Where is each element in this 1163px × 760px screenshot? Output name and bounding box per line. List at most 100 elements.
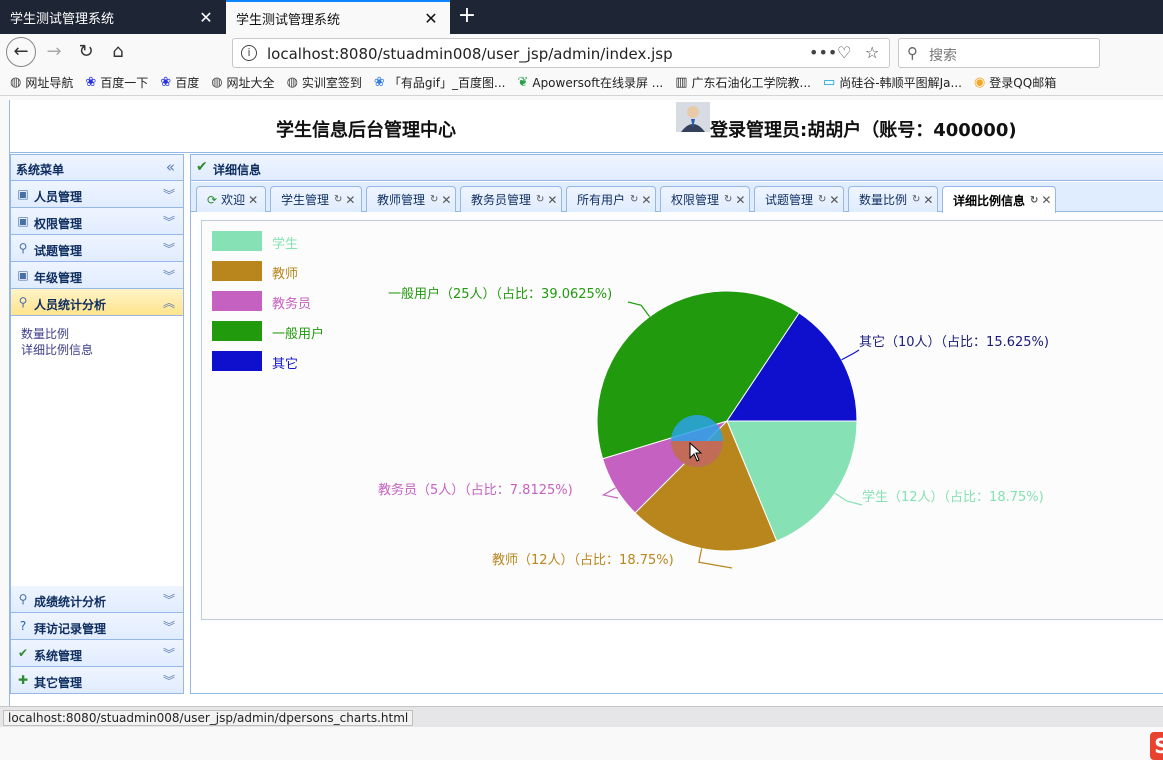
close-icon[interactable]: ✕ <box>547 193 557 207</box>
close-icon[interactable]: ✕ <box>345 193 355 207</box>
search-input[interactable]: ⚲ 搜索 <box>898 38 1100 68</box>
bookmark-item[interactable]: ❀ 「有品gif」_百度图... <box>374 74 506 91</box>
reload-icon[interactable]: ↻ <box>334 194 342 205</box>
pocket-icon[interactable]: ♡ <box>837 43 851 62</box>
close-tab-icon[interactable]: ✕ <box>197 8 215 27</box>
url-text[interactable]: localhost:8080/stuadmin008/user_jsp/admi… <box>267 45 673 63</box>
status-bar: localhost:8080/stuadmin008/user_jsp/admi… <box>0 706 1163 727</box>
sub-item-detail-ratio[interactable]: 详细比例信息 <box>21 342 173 358</box>
sidebar-item-label: 成绩统计分析 <box>34 595 107 609</box>
status-url: localhost:8080/stuadmin008/user_jsp/admi… <box>3 710 414 726</box>
bookmark-item[interactable]: ◍ 网址导航 <box>10 74 73 91</box>
close-icon[interactable]: ✕ <box>1041 193 1051 207</box>
info-icon[interactable]: i <box>241 45 257 61</box>
double-chevron-down-icon[interactable]: ︾ <box>163 267 175 284</box>
reload-icon[interactable]: ↻ <box>70 37 102 67</box>
tab-label: 数量比例 <box>859 193 908 207</box>
tab-item[interactable]: 数量比例 ↻ ✕ <box>848 186 938 212</box>
browser-tab-title: 学生测试管理系统 <box>236 12 341 28</box>
pie-chart: 学生（12人）（占比：18.75%) 教师（12人）（占比：18.75%) 教务员（… <box>378 286 1049 569</box>
tab-item[interactable]: 权限管理 ↻ ✕ <box>660 186 750 212</box>
forward-icon[interactable]: → <box>38 37 70 67</box>
double-chevron-down-icon[interactable]: ︾ <box>163 645 175 662</box>
reload-icon[interactable]: ↻ <box>536 194 544 205</box>
double-chevron-down-icon[interactable]: ︾ <box>163 618 175 635</box>
tab-item[interactable]: 详细比例信息 ↻ ✕ <box>942 186 1056 213</box>
tab-item[interactable]: ⟳ 欢迎 ✕ <box>196 186 266 212</box>
bookmark-item[interactable]: ▥ 广东石油化工学院教... <box>675 74 811 91</box>
sidebar-item[interactable]: ? 拜访记录管理 ︾ <box>11 613 183 640</box>
bookmark-item[interactable]: ❦ Apowersoft在线录屏 ... <box>517 74 663 91</box>
close-icon[interactable]: ✕ <box>923 193 933 207</box>
more-icon[interactable]: ••• <box>809 43 837 62</box>
tab-item[interactable]: 试题管理 ↻ ✕ <box>754 186 844 212</box>
double-chevron-up-icon[interactable]: ︽ <box>163 294 175 311</box>
tab-item[interactable]: 教师管理 ↻ ✕ <box>366 186 456 212</box>
leader-line <box>627 301 651 317</box>
sidebar-item[interactable]: ✔ 系统管理 ︾ <box>11 640 183 667</box>
reload-icon[interactable]: ↻ <box>430 194 438 205</box>
tab-label: 教师管理 <box>377 193 426 207</box>
close-tab-icon[interactable]: ✕ <box>422 9 440 28</box>
save-icon: ▣ <box>17 268 29 282</box>
close-icon[interactable]: ✕ <box>641 193 651 207</box>
bookmark-item[interactable]: ❀ 百度 <box>160 74 199 91</box>
sidebar-item[interactable]: ⚲ 人员统计分析 ︽ <box>11 289 183 316</box>
page-header: 学生信息后台管理中心 登录管理员:胡胡户（账号：400000) <box>10 100 1163 153</box>
close-icon[interactable]: ✕ <box>829 193 839 207</box>
check-icon: ✔ <box>17 646 29 660</box>
sidebar-item[interactable]: ✚ 其它管理 ︾ <box>11 667 183 694</box>
tab-item[interactable]: 学生管理 ↻ ✕ <box>270 186 362 212</box>
tab-label: 所有用户 <box>577 193 626 207</box>
bookmark-label: Apowersoft在线录屏 ... <box>532 76 664 90</box>
bookmark-label: 网址大全 <box>226 76 275 90</box>
bookmark-label: 百度 <box>175 76 200 90</box>
close-icon[interactable]: ✕ <box>248 193 258 207</box>
double-chevron-down-icon[interactable]: ︾ <box>163 213 175 230</box>
new-tab-icon[interactable]: + <box>455 2 479 30</box>
bookmark-item[interactable]: ◉ 登录QQ邮箱 <box>974 74 1056 91</box>
double-chevron-left-icon[interactable]: « <box>166 158 175 176</box>
admin-page: 学生信息后台管理中心 登录管理员:胡胡户（账号：400000) 系统菜单 « ▣… <box>9 100 1163 760</box>
double-chevron-down-icon[interactable]: ︾ <box>163 591 175 608</box>
sub-item-quantity-ratio[interactable]: 数量比例 <box>21 326 173 342</box>
bookmark-item[interactable]: ❀ 百度一下 <box>85 74 148 91</box>
tab-label: 权限管理 <box>671 193 720 207</box>
double-chevron-down-icon[interactable]: ︾ <box>163 186 175 203</box>
bookmark-item[interactable]: ◍ 实训室签到 <box>287 74 362 91</box>
search-icon: ⚲ <box>18 241 28 255</box>
main-panel: ✔ 详细信息 ⟳ 欢迎 ✕ 学生管理 ↻ ✕ 教师管理 ↻ ✕ 教务员管理 ↻ ✕ 所有用户 ↻ ✕ 权限管理… <box>190 154 1163 694</box>
browser-tab-1[interactable]: 学生测试管理系统 ✕ <box>0 0 225 34</box>
reload-icon[interactable]: ↻ <box>818 194 826 205</box>
bilibili-icon: ▭ <box>822 75 836 90</box>
sidebar-item[interactable]: ▣ 年级管理 ︾ <box>11 262 183 289</box>
reload-icon[interactable]: ↻ <box>1030 195 1038 206</box>
bookmark-item[interactable]: ▭ 尚硅谷-韩顺平图解Ja... <box>823 74 962 91</box>
back-icon[interactable]: ← <box>6 37 36 67</box>
baidu-icon: ❀ <box>85 75 97 90</box>
close-icon[interactable]: ✕ <box>735 193 745 207</box>
mouse-cursor-icon <box>689 442 703 462</box>
reload-icon[interactable]: ↻ <box>630 194 638 205</box>
close-icon[interactable]: ✕ <box>441 193 451 207</box>
bookmarks-bar: ◍ 网址导航 ❀ 百度一下 ❀ 百度 ◍ 网址大全 ◍ 实训室签到 ❀ 「有品gif」_百度图... ❦… <box>0 70 1163 96</box>
reload-icon[interactable]: ↻ <box>724 194 732 205</box>
tab-item[interactable]: 所有用户 ↻ ✕ <box>566 186 656 212</box>
home-icon[interactable]: ⌂ <box>102 37 134 67</box>
bookmark-item[interactable]: ◍ 网址大全 <box>211 74 274 91</box>
star-icon[interactable]: ☆ <box>865 43 879 62</box>
sidebar-item[interactable]: ⚲ 成绩统计分析 ︾ <box>11 586 183 613</box>
bookmark-label: 百度一下 <box>100 76 149 90</box>
slice-label: 教务员（5人）（占比：7.8125%) <box>378 482 573 498</box>
browser-tab-2[interactable]: 学生测试管理系统 ✕ <box>226 0 450 34</box>
sidebar-item[interactable]: ▣ 人员管理 ︾ <box>11 181 183 208</box>
page-title: 学生信息后台管理中心 <box>276 120 456 141</box>
reload-icon[interactable]: ↻ <box>912 194 920 205</box>
tab-item[interactable]: 教务员管理 ↻ ✕ <box>460 186 562 212</box>
double-chevron-down-icon[interactable]: ︾ <box>163 672 175 689</box>
sidebar-item[interactable]: ⚲ 试题管理 ︾ <box>11 235 183 262</box>
double-chevron-down-icon[interactable]: ︾ <box>163 240 175 257</box>
bookmark-label: 登录QQ邮箱 <box>989 76 1057 90</box>
address-bar[interactable]: i localhost:8080/stuadmin008/user_jsp/ad… <box>232 38 890 68</box>
sidebar-item[interactable]: ▣ 权限管理 ︾ <box>11 208 183 235</box>
